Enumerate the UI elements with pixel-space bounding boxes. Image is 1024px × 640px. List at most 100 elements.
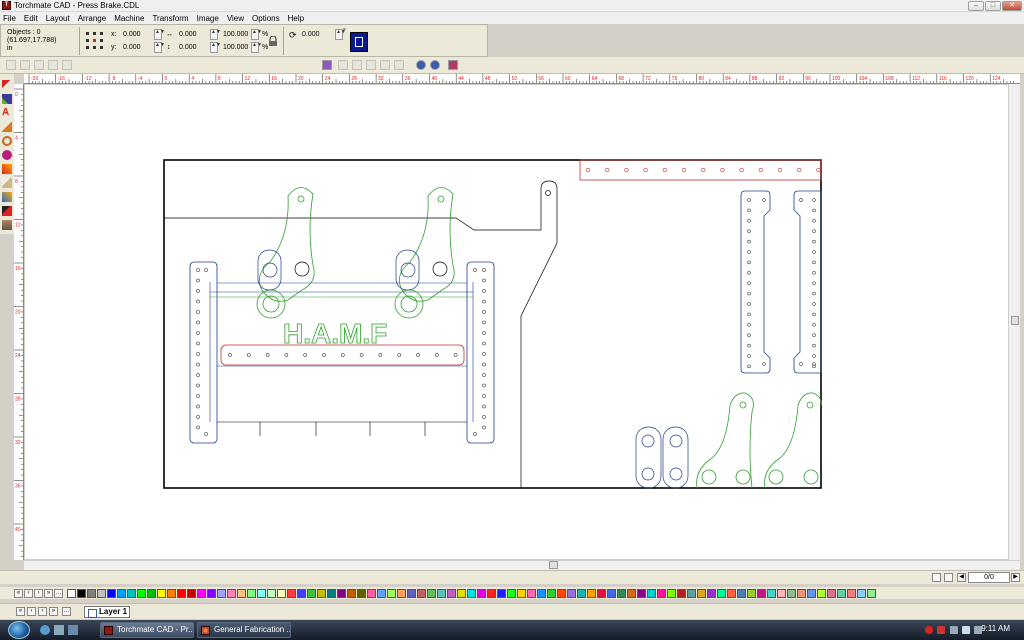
shape-tool-icon[interactable] — [2, 94, 12, 104]
color-swatch[interactable] — [417, 588, 426, 598]
menu-layout[interactable]: Layout — [46, 14, 70, 23]
align-center-icon[interactable] — [352, 60, 362, 70]
height-field[interactable]: 0.000 — [179, 44, 197, 52]
color-swatch[interactable] — [217, 588, 226, 598]
polygon-tool-icon[interactable] — [2, 122, 12, 132]
color-swatch[interactable] — [307, 588, 316, 598]
color-swatch[interactable] — [747, 588, 756, 598]
color-swatch[interactable] — [577, 588, 586, 598]
color-swatch[interactable] — [67, 588, 76, 598]
color-swatch[interactable] — [547, 588, 556, 598]
color-swatch[interactable] — [597, 588, 606, 598]
color-swatch[interactable] — [377, 588, 386, 598]
minimize-button[interactable]: – — [968, 1, 984, 11]
eraser-tool-icon[interactable] — [2, 206, 12, 216]
move-icon[interactable] — [6, 60, 16, 70]
width-spinner[interactable]: ▲▼ — [210, 29, 221, 40]
height-spinner[interactable]: ▲▼ — [210, 42, 221, 53]
color-swatch[interactable] — [157, 588, 166, 598]
scale-icon[interactable] — [20, 60, 30, 70]
color-swatch[interactable] — [537, 588, 546, 598]
rotation-spinner[interactable]: ▲▼ — [335, 29, 346, 40]
rotation-field[interactable]: 0.000 — [302, 31, 320, 39]
page-icon-2[interactable] — [944, 573, 953, 582]
spare-arm-2[interactable] — [764, 392, 822, 489]
color-swatch[interactable] — [127, 588, 136, 598]
color-swatch[interactable] — [697, 588, 706, 598]
lock-icon[interactable] — [268, 36, 278, 47]
color-swatch[interactable] — [407, 588, 416, 598]
color-swatch[interactable] — [857, 588, 866, 598]
menu-image[interactable]: Image — [197, 14, 219, 23]
y-field[interactable]: 0.000 — [123, 44, 141, 52]
color-swatch[interactable] — [517, 588, 526, 598]
scale-y-field[interactable]: 100.000 — [223, 44, 248, 52]
next-page-button[interactable]: ▶ — [1011, 573, 1020, 582]
color-swatch[interactable] — [267, 588, 276, 598]
zoom-tool-icon[interactable] — [2, 136, 12, 146]
palette-more-button[interactable]: … — [54, 588, 63, 598]
color-swatch[interactable] — [337, 588, 346, 598]
color-swatch[interactable] — [647, 588, 656, 598]
layer-next-button[interactable]: › — [38, 607, 47, 616]
prev-page-button[interactable]: ◀ — [957, 573, 966, 582]
color-swatch[interactable] — [817, 588, 826, 598]
color-swatch[interactable] — [797, 588, 806, 598]
ie-quicklaunch-icon[interactable] — [40, 625, 50, 635]
color-swatch[interactable] — [617, 588, 626, 598]
layer-more-button[interactable]: … — [62, 607, 71, 616]
weld-icon[interactable] — [416, 60, 426, 70]
color-swatch[interactable] — [827, 588, 836, 598]
color-swatch[interactable] — [297, 588, 306, 598]
color-swatch[interactable] — [477, 588, 486, 598]
color-swatch[interactable] — [187, 588, 196, 598]
color-swatch[interactable] — [717, 588, 726, 598]
horizontal-scrollbar[interactable] — [24, 560, 1020, 570]
palette-last-button[interactable]: » — [44, 588, 53, 598]
drawing-canvas[interactable]: H.A.M.F — [25, 85, 1008, 559]
right-press-arm[interactable] — [398, 187, 455, 302]
text-tool-icon[interactable]: A — [2, 108, 12, 118]
color-swatch[interactable] — [237, 588, 246, 598]
color-swatch[interactable] — [97, 588, 106, 598]
color-swatch[interactable] — [357, 588, 366, 598]
color-swatch[interactable] — [687, 588, 696, 598]
color-swatch[interactable] — [727, 588, 736, 598]
x-spinner[interactable]: ▲▼ — [154, 29, 165, 40]
color-swatch[interactable] — [287, 588, 296, 598]
color-swatch[interactable] — [837, 588, 846, 598]
color-swatch[interactable] — [497, 588, 506, 598]
color-swatch[interactable] — [607, 588, 616, 598]
trim-icon[interactable] — [430, 60, 440, 70]
color-swatch[interactable] — [107, 588, 116, 598]
palette-next-button[interactable]: › — [34, 588, 43, 598]
left-link[interactable] — [257, 249, 282, 291]
scale-x-field[interactable]: 100.000 — [223, 31, 248, 39]
horizontal-scroll-thumb[interactable] — [549, 561, 558, 569]
tray-app-icon[interactable] — [937, 626, 945, 634]
pencil-tool-icon[interactable] — [2, 178, 12, 188]
color-swatch[interactable] — [177, 588, 186, 598]
mirror-icon[interactable] — [62, 60, 72, 70]
align-bottom-icon[interactable] — [394, 60, 404, 70]
color-swatch[interactable] — [457, 588, 466, 598]
color-swatch[interactable] — [777, 588, 786, 598]
skew-icon[interactable] — [48, 60, 58, 70]
color-swatch[interactable] — [227, 588, 236, 598]
tray-network-icon[interactable] — [950, 626, 958, 634]
scale-y-spinner[interactable]: ▲▼ — [251, 42, 262, 53]
measure-tool-icon[interactable] — [2, 220, 12, 230]
color-swatch[interactable] — [427, 588, 436, 598]
menu-arrange[interactable]: Arrange — [78, 14, 106, 23]
fill-tool-icon[interactable] — [2, 164, 12, 174]
switch-windows-icon[interactable] — [68, 625, 78, 635]
top-right-red-strip[interactable] — [579, 159, 822, 181]
color-swatch[interactable] — [757, 588, 766, 598]
color-swatch[interactable] — [147, 588, 156, 598]
color-swatch[interactable] — [627, 588, 636, 598]
color-swatch[interactable] — [527, 588, 536, 598]
palette-first-button[interactable]: « — [14, 588, 23, 598]
color-swatch[interactable] — [257, 588, 266, 598]
left-post[interactable] — [189, 261, 218, 444]
layer-last-button[interactable]: » — [49, 607, 58, 616]
